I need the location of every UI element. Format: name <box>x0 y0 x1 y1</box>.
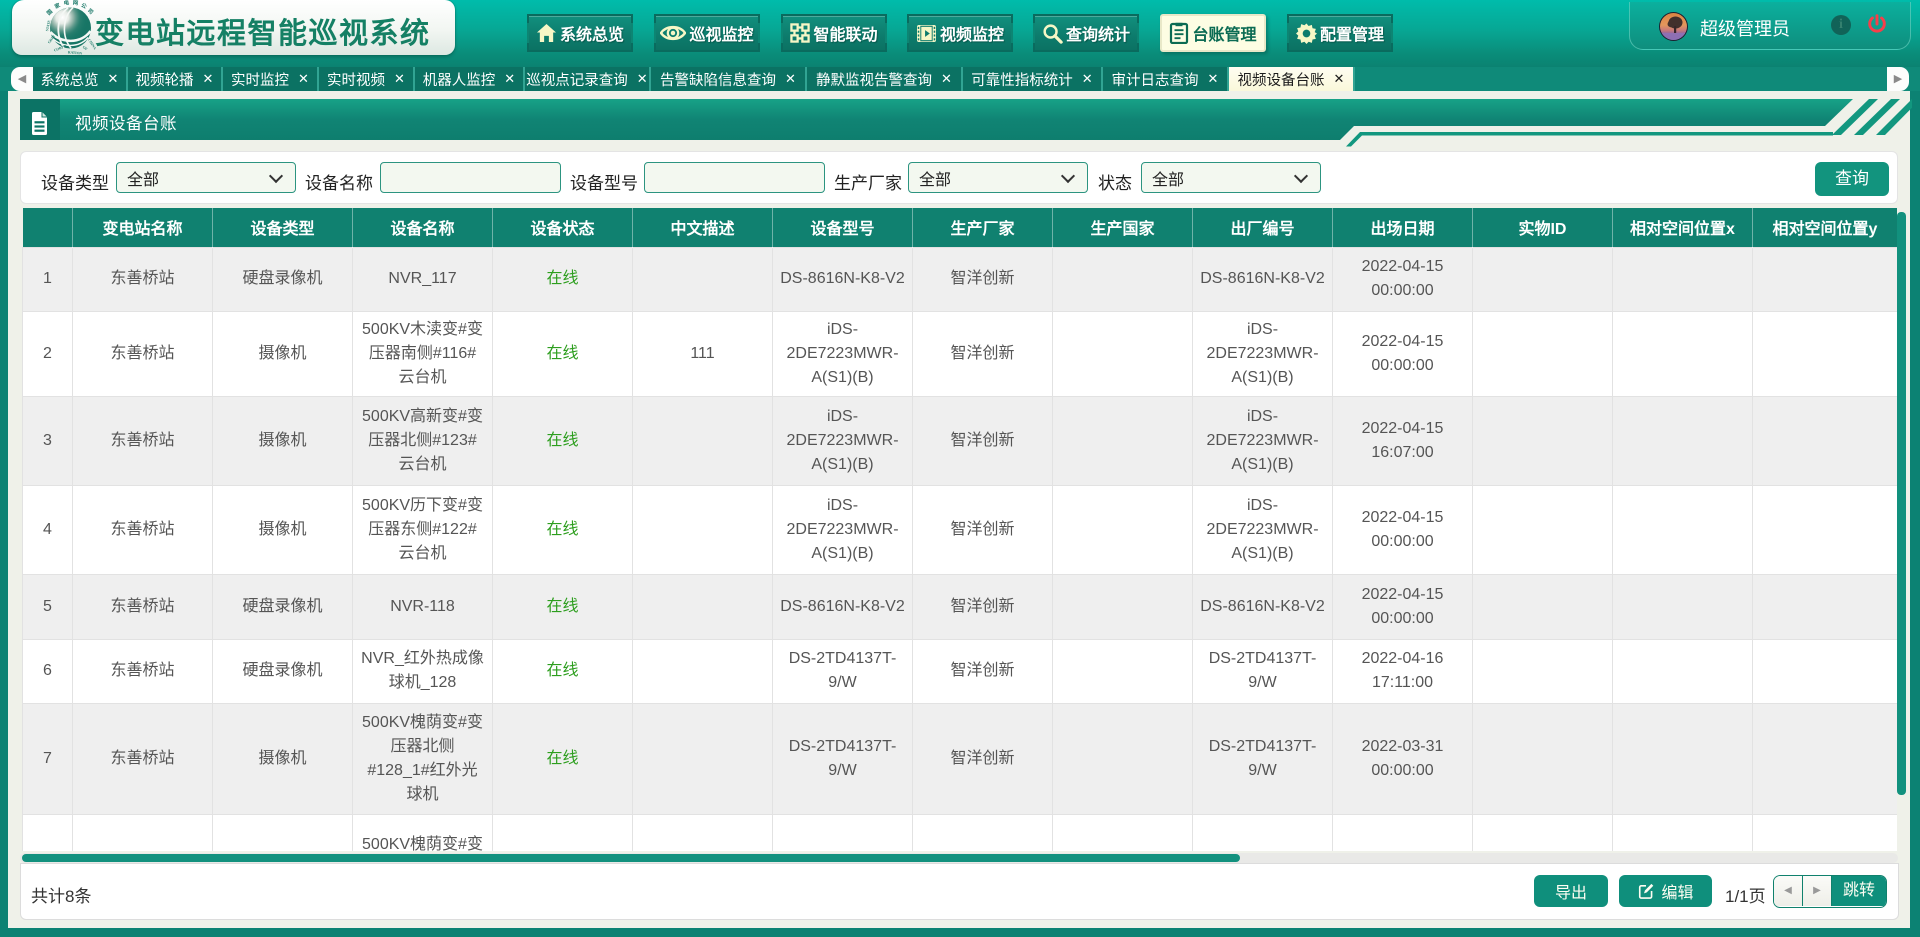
svg-text:家: 家 <box>53 1 62 11</box>
svg-text:CORPO: CORPO <box>53 44 67 53</box>
svg-text:网: 网 <box>72 0 79 7</box>
svg-text:公: 公 <box>80 2 88 11</box>
svg-text:电: 电 <box>63 0 70 7</box>
svg-text:RATION: RATION <box>68 50 83 55</box>
svg-text:OF: OF <box>82 45 89 52</box>
svg-text:司: 司 <box>86 6 95 16</box>
svg-text:国: 国 <box>45 7 55 17</box>
